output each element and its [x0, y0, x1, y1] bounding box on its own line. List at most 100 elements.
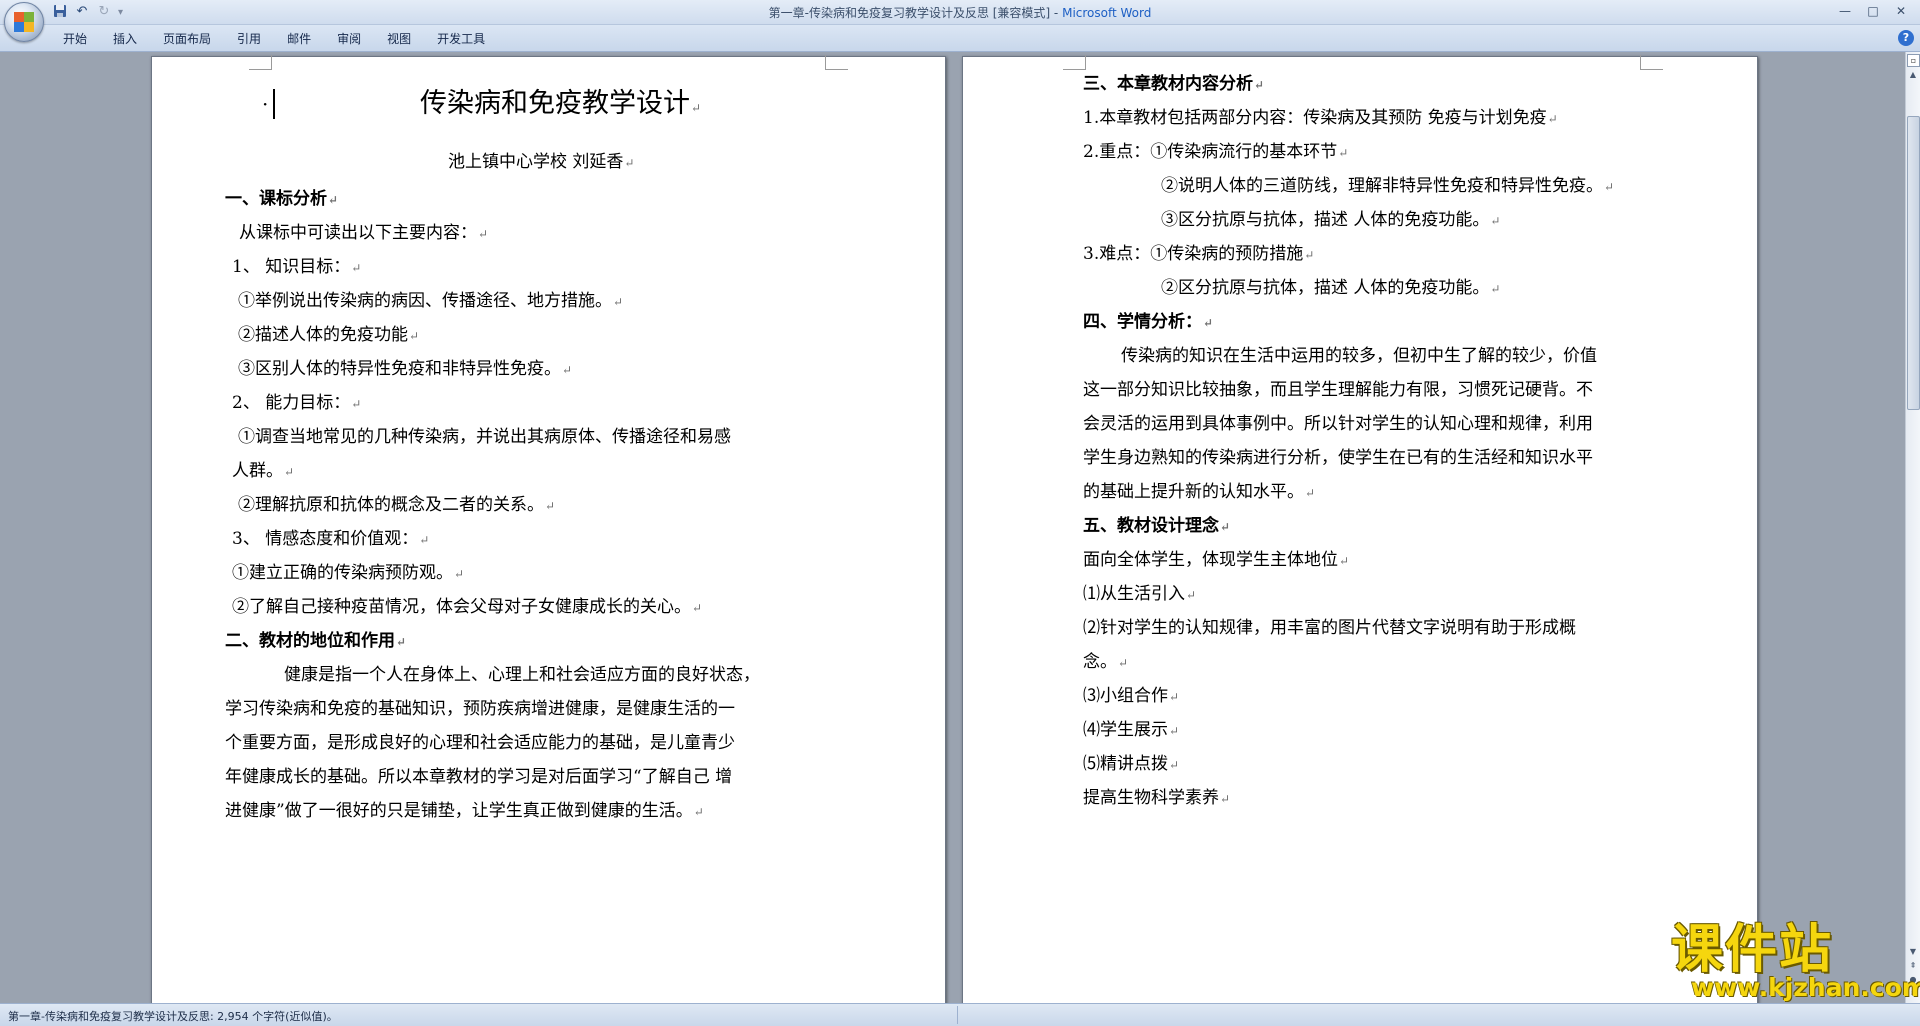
scroll-up-icon[interactable]: ▲	[1906, 68, 1920, 82]
paragraph-mark: ↵	[1118, 656, 1129, 670]
tab-7[interactable]: 开发工具	[424, 29, 498, 49]
author-text: 池上镇中心学校 刘延香	[448, 152, 624, 172]
body-line: 3、 情感态度和价值观：↵	[232, 528, 429, 551]
line-text: 面向全体学生，体现学生主体地位	[1083, 550, 1338, 570]
paragraph-mark: ↵	[284, 465, 295, 479]
help-icon[interactable]: ?	[1898, 30, 1914, 46]
body-line: 念。↵	[1083, 651, 1128, 674]
paragraph-mark: ↵	[624, 156, 635, 170]
line-text: 健康是指一个人在身体上、心理上和社会适应方面的良好状态，	[284, 665, 760, 685]
tab-5[interactable]: 审阅	[324, 29, 374, 49]
paragraph-mark: ↵	[328, 193, 339, 207]
section-heading: 一、课标分析↵	[225, 188, 338, 211]
tab-6[interactable]: 视图	[374, 29, 424, 49]
section-heading: 三、本章教材内容分析↵	[1083, 73, 1264, 96]
minimize-icon[interactable]: —	[1832, 2, 1858, 20]
scroll-thumb[interactable]	[1907, 116, 1920, 410]
paragraph-mark: ↵	[1490, 214, 1501, 228]
body-line: ①调查当地常见的几种传染病，并说出其病原体、传播途径和易感	[238, 426, 731, 448]
body-line: ⑵针对学生的认知规律，用丰富的图片代替文字说明有助于形成概	[1083, 617, 1576, 639]
document-title-heading: 传染病和免疫教学设计↵	[420, 87, 701, 125]
tab-list: 开始 插入 页面布局 引用 邮件 审阅 视图 开发工具	[50, 29, 498, 49]
body-line: ②了解自己接种疫苗情况，体会父母对子女健康成长的关心。↵	[232, 596, 702, 619]
line-text: ⑵针对学生的认知规律，用丰富的图片代替文字说明有助于形成概	[1083, 618, 1576, 638]
line-text: 1、 知识目标：	[232, 257, 351, 277]
paragraph-mark: ↵	[351, 261, 362, 275]
paragraph-mark: ↵	[545, 499, 556, 513]
line-text: ②了解自己接种疫苗情况，体会父母对子女健康成长的关心。	[232, 597, 691, 617]
paragraph-mark: ↵	[1604, 180, 1615, 194]
paragraph-mark: ↵	[1254, 78, 1265, 92]
body-line: 2.重点：①传染病流行的基本环节↵	[1083, 141, 1348, 164]
body-line: 3.难点：①传染病的预防措施↵	[1083, 243, 1314, 266]
line-text: ①建立正确的传染病预防观。	[232, 563, 453, 583]
paragraph-mark: ↵	[613, 295, 624, 309]
paragraph-mark: ↵	[1305, 486, 1316, 500]
body-line: 的基础上提升新的认知水平。↵	[1083, 481, 1315, 504]
line-text: ①举例说出传染病的病因、传播途径、地方措施。	[238, 291, 612, 311]
margin-corner-mark	[825, 55, 848, 70]
maximize-icon[interactable]: □	[1860, 2, 1886, 20]
tab-4[interactable]: 邮件	[274, 29, 324, 49]
paragraph-mark: ↵	[1338, 146, 1349, 160]
paragraph-mark: ↵	[409, 329, 420, 343]
line-text: 的基础上提升新的认知水平。	[1083, 482, 1304, 502]
line-text: 传染病的知识在生活中运用的较多，但初中生了解的较少，价值	[1121, 346, 1597, 366]
body-line: 会灵活的运用到具体事例中。所以针对学生的认知心理和规律，利用	[1083, 413, 1593, 435]
line-text: ⑶小组合作	[1083, 686, 1168, 706]
tab-0[interactable]: 开始	[50, 29, 100, 49]
paragraph-mark: ↵	[691, 101, 702, 115]
page-2[interactable]: 三、本章教材内容分析↵ 1.本章教材包括两部分内容：传染病及其预防 免疫与计划免疫…	[962, 55, 1758, 1003]
paragraph-mark: ↵	[692, 601, 703, 615]
line-text: ③区别人体的特异性免疫和非特异性免疫。	[238, 359, 561, 379]
body-line: 学生身边熟知的传染病进行分析，使学生在已有的生活经和知识水平	[1083, 447, 1593, 469]
body-line: ②描述人体的免疫功能↵	[238, 324, 419, 347]
bullet-mark: ·	[262, 92, 269, 116]
line-text: 人群。	[232, 461, 283, 481]
line-text: 2、 能力目标：	[232, 393, 351, 413]
tab-1[interactable]: 插入	[100, 29, 150, 49]
document-area[interactable]: · 传染病和免疫教学设计↵ 池上镇中心学校 刘延香↵ 一、课标分析↵ 从课标中可读…	[0, 52, 1906, 1003]
close-icon[interactable]: ✕	[1888, 2, 1914, 20]
line-text: 提高生物科学素养	[1083, 788, 1219, 808]
office-button-icon	[14, 12, 34, 32]
tab-3[interactable]: 引用	[224, 29, 274, 49]
paragraph-mark: ↵	[454, 567, 465, 581]
line-text: 念。	[1083, 652, 1117, 672]
line-text: 2.重点：①传染病流行的基本环节	[1083, 142, 1338, 162]
body-line: ②区分抗原与抗体，描述 人体的免疫功能。↵	[1161, 277, 1500, 300]
prev-page-icon[interactable]: ⇞	[1906, 959, 1920, 973]
view-ruler-icon[interactable]: ▫	[1907, 54, 1920, 67]
paragraph-mark: ↵	[1304, 248, 1315, 262]
body-line: 传染病的知识在生活中运用的较多，但初中生了解的较少，价值	[1121, 345, 1597, 367]
body-line: 这一部分知识比较抽象，而且学生理解能力有限，习惯死记硬背。不	[1083, 379, 1593, 401]
line-text: ⑷学生展示	[1083, 720, 1168, 740]
tab-2[interactable]: 页面布局	[150, 29, 224, 49]
paragraph-mark: ↵	[1169, 690, 1180, 704]
line-text: 二、教材的地位和作用	[225, 631, 395, 651]
paragraph-mark: ↵	[1220, 520, 1231, 534]
line-text: 年健康成长的基础。所以本章教材的学习是对后面学习“了解自己 增	[225, 767, 733, 787]
paragraph-mark: ↵	[693, 805, 704, 819]
scroll-down-icon[interactable]: ▼	[1906, 945, 1920, 959]
body-line: 人群。↵	[232, 460, 294, 483]
line-text: 个重要方面，是形成良好的心理和社会适应能力的基础，是儿童青少	[225, 733, 735, 753]
paragraph-mark: ↵	[419, 533, 430, 547]
paragraph-mark: ↵	[1220, 792, 1231, 806]
vertical-scrollbar[interactable]: ▫ ▲ ▼ ⇞ ● ⇟	[1905, 52, 1920, 1003]
document-title: 第一章-传染病和免疫复习教学设计及反思 [兼容模式] -	[768, 6, 1063, 20]
status-text: 第一章-传染病和免疫复习教学设计及反思: 2,954 个字符(近似值)。	[8, 1010, 338, 1023]
line-text: ②区分抗原与抗体，描述 人体的免疫功能。	[1161, 278, 1490, 298]
document-title-text: 传染病和免疫教学设计	[420, 88, 690, 119]
paragraph-mark: ↵	[1339, 554, 1350, 568]
line-text: ⑸精讲点拨	[1083, 754, 1168, 774]
page-1[interactable]: · 传染病和免疫教学设计↵ 池上镇中心学校 刘延香↵ 一、课标分析↵ 从课标中可读…	[151, 55, 946, 1003]
line-text: 3.难点：①传染病的预防措施	[1083, 244, 1304, 264]
office-button[interactable]	[4, 2, 44, 42]
section-heading: 四、学情分析：↵	[1083, 311, 1213, 334]
line-text: ①调查当地常见的几种传染病，并说出其病原体、传播途径和易感	[238, 427, 731, 447]
body-line: 个重要方面，是形成良好的心理和社会适应能力的基础，是儿童青少	[225, 732, 735, 754]
line-text: 一、课标分析	[225, 189, 327, 209]
line-text: 五、教材设计理念	[1083, 516, 1219, 536]
body-line: 1.本章教材包括两部分内容：传染病及其预防 免疫与计划免疫↵	[1083, 107, 1558, 130]
